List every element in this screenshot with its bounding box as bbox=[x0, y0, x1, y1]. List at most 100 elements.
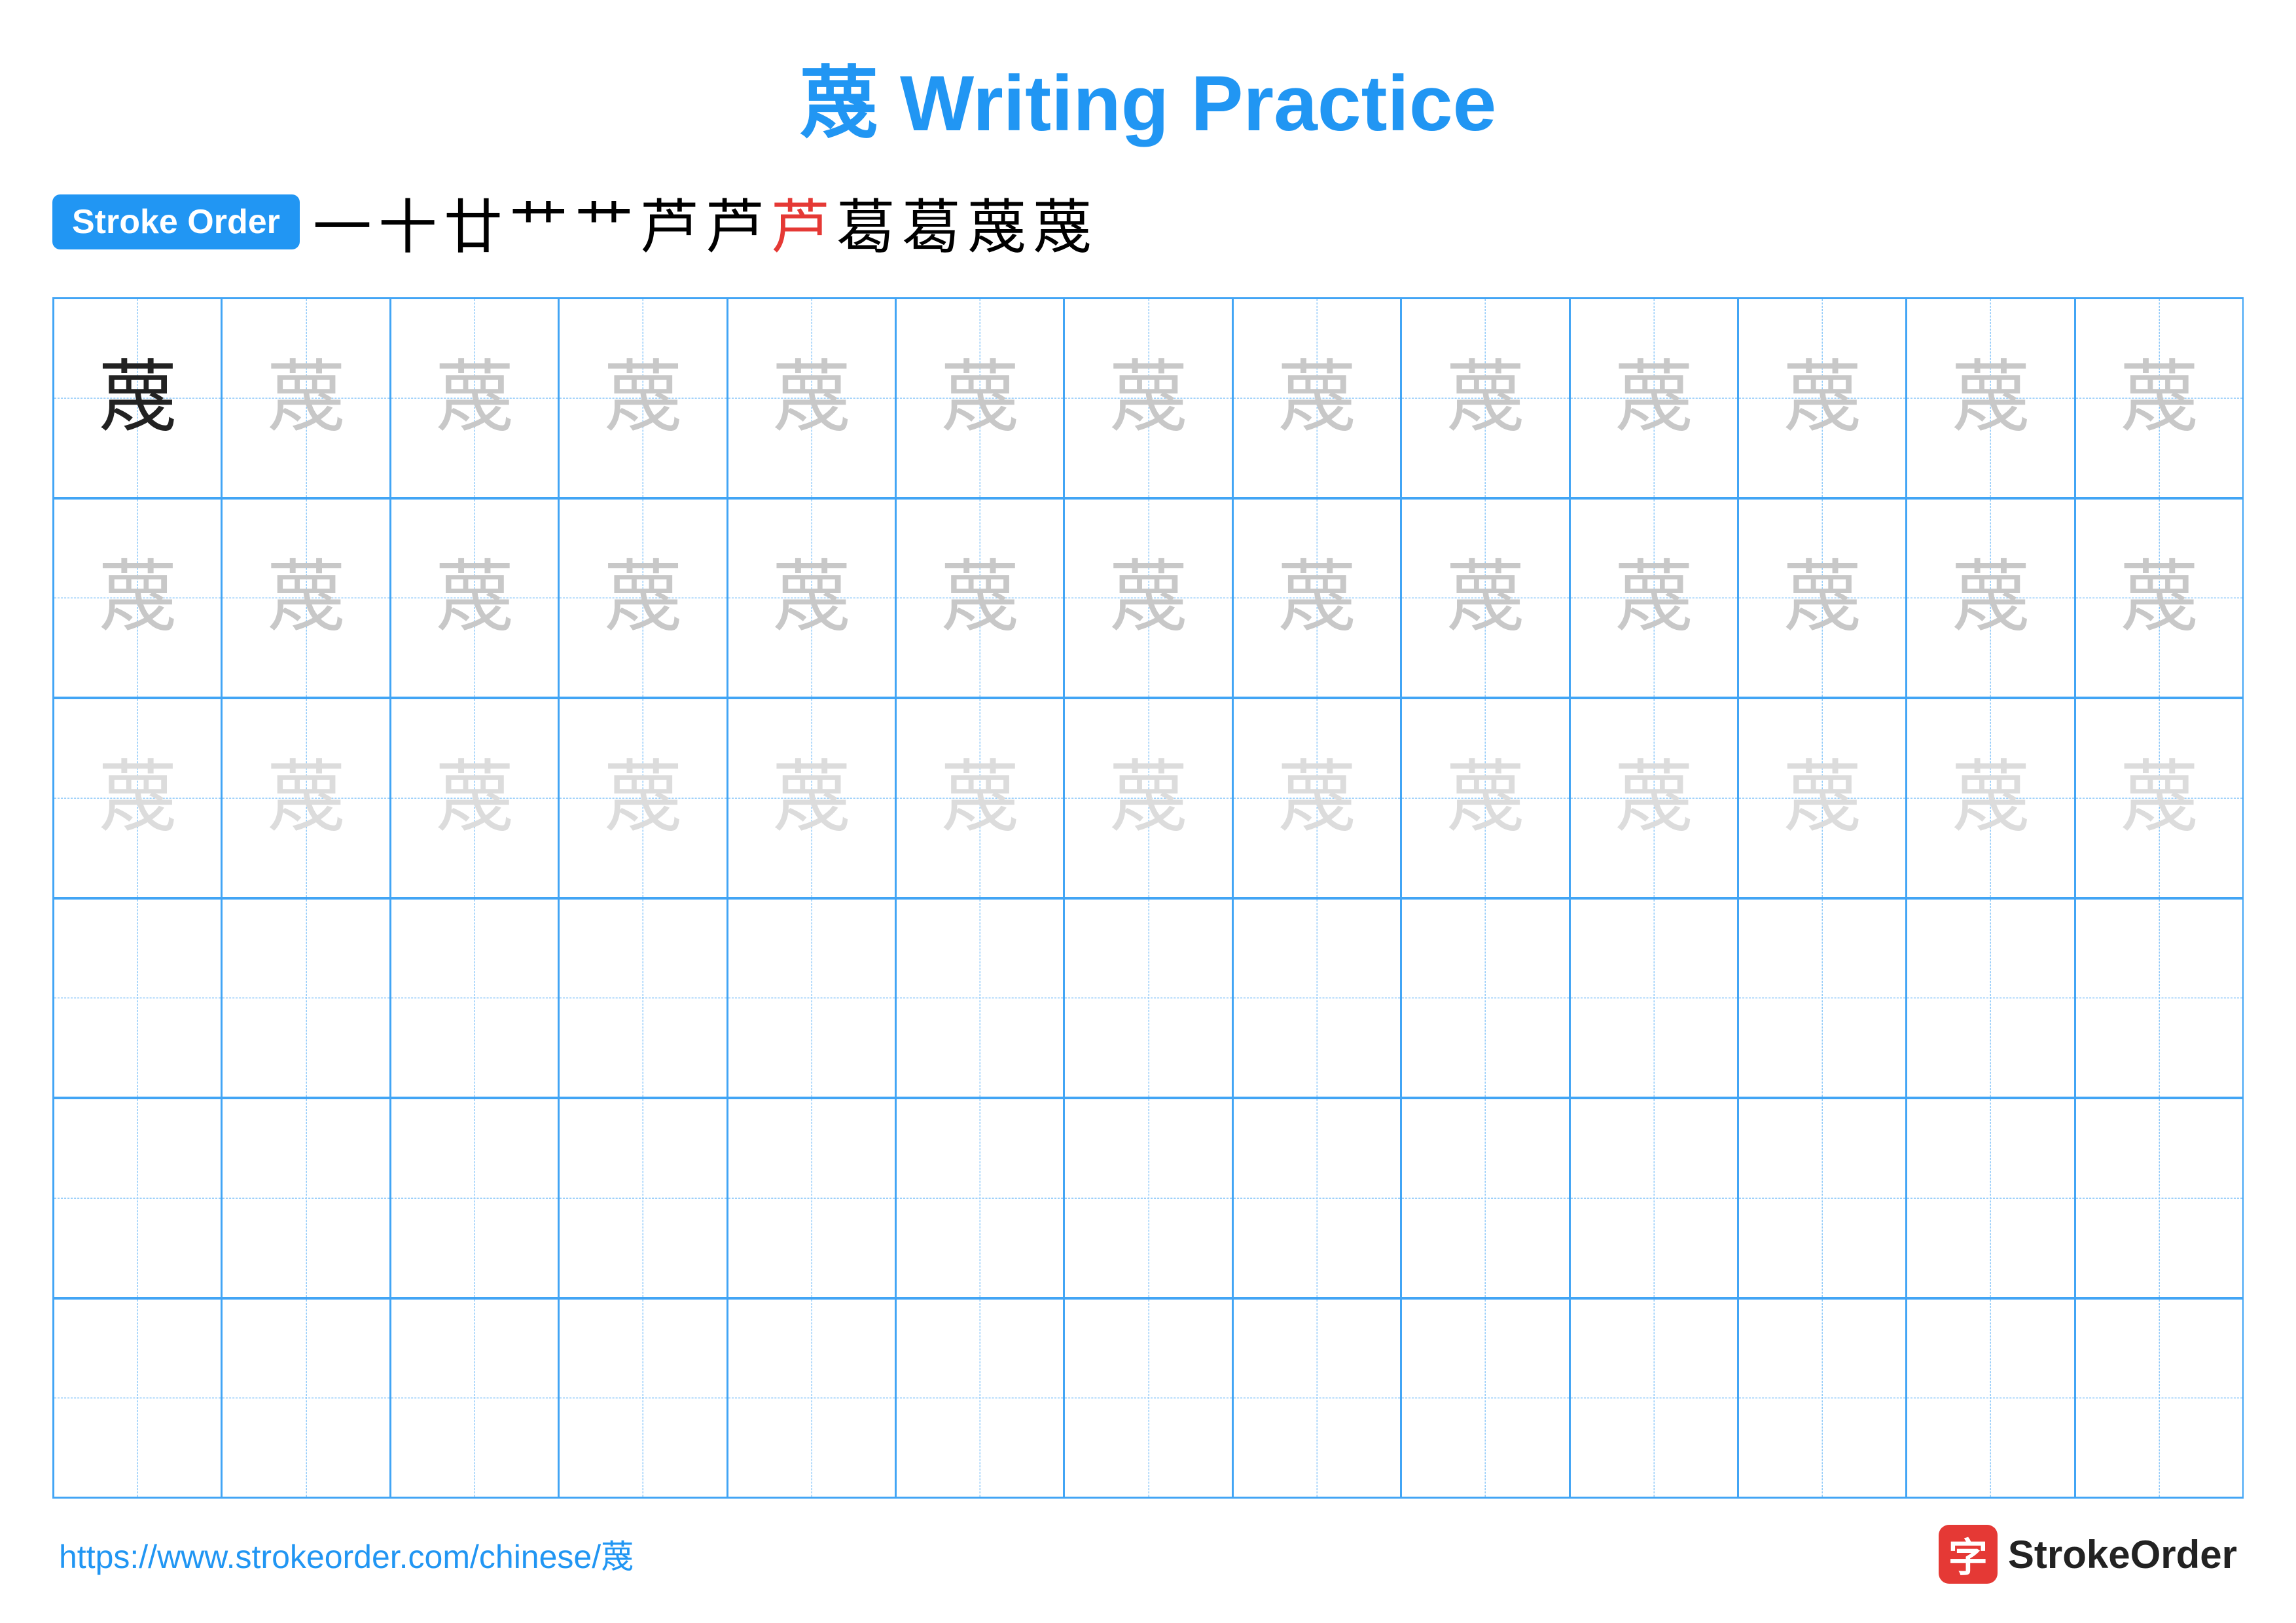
grid-cell-1-2[interactable]: 蔑 bbox=[222, 299, 390, 498]
grid-cell-3-12[interactable]: 蔑 bbox=[1907, 699, 2075, 898]
stroke-5: 艹 bbox=[575, 179, 634, 264]
grid-cell-5-12[interactable] bbox=[1907, 1099, 2075, 1298]
grid-cell-1-7[interactable]: 蔑 bbox=[1064, 299, 1232, 498]
grid-cell-6-13[interactable] bbox=[2075, 1299, 2242, 1498]
grid-cell-6-12[interactable] bbox=[1907, 1299, 2075, 1498]
grid-cell-3-9[interactable]: 蔑 bbox=[1401, 699, 1570, 898]
grid-cell-5-13[interactable] bbox=[2075, 1099, 2242, 1298]
grid-cell-4-3[interactable] bbox=[391, 899, 559, 1098]
grid-cell-1-11[interactable]: 蔑 bbox=[1738, 299, 1907, 498]
grid-cell-6-6[interactable] bbox=[896, 1299, 1064, 1498]
footer-logo: 字 StrokeOrder bbox=[1939, 1525, 2237, 1584]
grid-cell-6-2[interactable] bbox=[222, 1299, 390, 1498]
grid-cell-5-10[interactable] bbox=[1570, 1099, 1738, 1298]
stroke-2: 十 bbox=[378, 179, 437, 264]
grid-cell-1-4[interactable]: 蔑 bbox=[559, 299, 727, 498]
grid-cell-1-6[interactable]: 蔑 bbox=[896, 299, 1064, 498]
stroke-8: 芦 bbox=[771, 179, 830, 264]
grid-cell-3-13[interactable]: 蔑 bbox=[2075, 699, 2242, 898]
grid-cell-2-4[interactable]: 蔑 bbox=[559, 499, 727, 698]
grid-cell-6-9[interactable] bbox=[1401, 1299, 1570, 1498]
grid-cell-3-8[interactable]: 蔑 bbox=[1233, 699, 1401, 898]
grid-cell-4-8[interactable] bbox=[1233, 899, 1401, 1098]
grid-row-4 bbox=[54, 899, 2242, 1099]
grid-cell-5-1[interactable] bbox=[54, 1099, 222, 1298]
grid-cell-2-11[interactable]: 蔑 bbox=[1738, 499, 1907, 698]
grid-cell-4-10[interactable] bbox=[1570, 899, 1738, 1098]
stroke-sequence: 一 十 廿 艹 艹 芦 芦 芦 葛 葛 蔑 蔑 bbox=[313, 179, 2244, 264]
grid-cell-4-12[interactable] bbox=[1907, 899, 2075, 1098]
grid-cell-6-4[interactable] bbox=[559, 1299, 727, 1498]
grid-cell-1-5[interactable]: 蔑 bbox=[728, 299, 896, 498]
grid-cell-6-1[interactable] bbox=[54, 1299, 222, 1498]
grid-cell-6-3[interactable] bbox=[391, 1299, 559, 1498]
grid-cell-6-8[interactable] bbox=[1233, 1299, 1401, 1498]
grid-cell-3-6[interactable]: 蔑 bbox=[896, 699, 1064, 898]
grid-cell-6-7[interactable] bbox=[1064, 1299, 1232, 1498]
footer: https://www.strokeorder.com/chinese/蔑 字 … bbox=[52, 1525, 2244, 1584]
grid-cell-4-4[interactable] bbox=[559, 899, 727, 1098]
grid-cell-3-10[interactable]: 蔑 bbox=[1570, 699, 1738, 898]
grid-row-6 bbox=[54, 1299, 2242, 1498]
grid-cell-5-2[interactable] bbox=[222, 1099, 390, 1298]
grid-cell-2-9[interactable]: 蔑 bbox=[1401, 499, 1570, 698]
grid-cell-4-5[interactable] bbox=[728, 899, 896, 1098]
grid-cell-5-7[interactable] bbox=[1064, 1099, 1232, 1298]
grid-cell-2-5[interactable]: 蔑 bbox=[728, 499, 896, 698]
stroke-3: 廿 bbox=[444, 179, 503, 264]
grid-cell-5-8[interactable] bbox=[1233, 1099, 1401, 1298]
grid-cell-1-12[interactable]: 蔑 bbox=[1907, 299, 2075, 498]
grid-cell-6-11[interactable] bbox=[1738, 1299, 1907, 1498]
grid-cell-3-1[interactable]: 蔑 bbox=[54, 699, 222, 898]
practice-grid: 蔑 蔑 蔑 蔑 蔑 蔑 蔑 蔑 蔑 蔑 蔑 蔑 蔑 蔑 蔑 蔑 蔑 蔑 蔑 蔑 … bbox=[52, 297, 2244, 1499]
grid-cell-1-1[interactable]: 蔑 bbox=[54, 299, 222, 498]
grid-cell-2-12[interactable]: 蔑 bbox=[1907, 499, 2075, 698]
grid-cell-1-13[interactable]: 蔑 bbox=[2075, 299, 2242, 498]
grid-cell-6-10[interactable] bbox=[1570, 1299, 1738, 1498]
grid-cell-2-6[interactable]: 蔑 bbox=[896, 499, 1064, 698]
stroke-11: 蔑 bbox=[967, 179, 1026, 264]
grid-cell-1-9[interactable]: 蔑 bbox=[1401, 299, 1570, 498]
grid-cell-5-9[interactable] bbox=[1401, 1099, 1570, 1298]
stroke-order-row: Stroke Order 一 十 廿 艹 艹 芦 芦 芦 葛 葛 蔑 蔑 bbox=[52, 179, 2244, 264]
stroke-12: 蔑 bbox=[1033, 179, 1092, 264]
grid-cell-4-11[interactable] bbox=[1738, 899, 1907, 1098]
title-text: 蔑 Writing Practice bbox=[800, 60, 1497, 147]
grid-cell-2-1[interactable]: 蔑 bbox=[54, 499, 222, 698]
grid-cell-2-10[interactable]: 蔑 bbox=[1570, 499, 1738, 698]
grid-cell-5-11[interactable] bbox=[1738, 1099, 1907, 1298]
grid-cell-2-7[interactable]: 蔑 bbox=[1064, 499, 1232, 698]
grid-cell-4-6[interactable] bbox=[896, 899, 1064, 1098]
grid-cell-3-5[interactable]: 蔑 bbox=[728, 699, 896, 898]
grid-cell-2-8[interactable]: 蔑 bbox=[1233, 499, 1401, 698]
grid-cell-1-8[interactable]: 蔑 bbox=[1233, 299, 1401, 498]
grid-cell-1-10[interactable]: 蔑 bbox=[1570, 299, 1738, 498]
grid-cell-4-1[interactable] bbox=[54, 899, 222, 1098]
grid-cell-3-11[interactable]: 蔑 bbox=[1738, 699, 1907, 898]
grid-cell-5-5[interactable] bbox=[728, 1099, 896, 1298]
grid-cell-4-13[interactable] bbox=[2075, 899, 2242, 1098]
grid-cell-4-7[interactable] bbox=[1064, 899, 1232, 1098]
stroke-6: 芦 bbox=[640, 179, 699, 264]
logo-text: StrokeOrder bbox=[2008, 1532, 2237, 1577]
grid-cell-4-2[interactable] bbox=[222, 899, 390, 1098]
grid-cell-2-13[interactable]: 蔑 bbox=[2075, 499, 2242, 698]
stroke-order-badge: Stroke Order bbox=[52, 194, 300, 249]
grid-row-2: 蔑 蔑 蔑 蔑 蔑 蔑 蔑 蔑 蔑 蔑 蔑 蔑 蔑 bbox=[54, 499, 2242, 699]
grid-cell-3-7[interactable]: 蔑 bbox=[1064, 699, 1232, 898]
grid-row-3: 蔑 蔑 蔑 蔑 蔑 蔑 蔑 蔑 蔑 蔑 蔑 蔑 蔑 bbox=[54, 699, 2242, 899]
grid-cell-2-3[interactable]: 蔑 bbox=[391, 499, 559, 698]
grid-cell-5-4[interactable] bbox=[559, 1099, 727, 1298]
grid-cell-5-3[interactable] bbox=[391, 1099, 559, 1298]
grid-cell-6-5[interactable] bbox=[728, 1299, 896, 1498]
stroke-1: 一 bbox=[313, 179, 372, 264]
footer-url[interactable]: https://www.strokeorder.com/chinese/蔑 bbox=[59, 1531, 634, 1578]
grid-cell-5-6[interactable] bbox=[896, 1099, 1064, 1298]
grid-cell-2-2[interactable]: 蔑 bbox=[222, 499, 390, 698]
grid-cell-3-4[interactable]: 蔑 bbox=[559, 699, 727, 898]
grid-cell-4-9[interactable] bbox=[1401, 899, 1570, 1098]
grid-cell-1-3[interactable]: 蔑 bbox=[391, 299, 559, 498]
grid-cell-3-2[interactable]: 蔑 bbox=[222, 699, 390, 898]
grid-cell-3-3[interactable]: 蔑 bbox=[391, 699, 559, 898]
grid-row-1: 蔑 蔑 蔑 蔑 蔑 蔑 蔑 蔑 蔑 蔑 蔑 蔑 蔑 bbox=[54, 299, 2242, 499]
